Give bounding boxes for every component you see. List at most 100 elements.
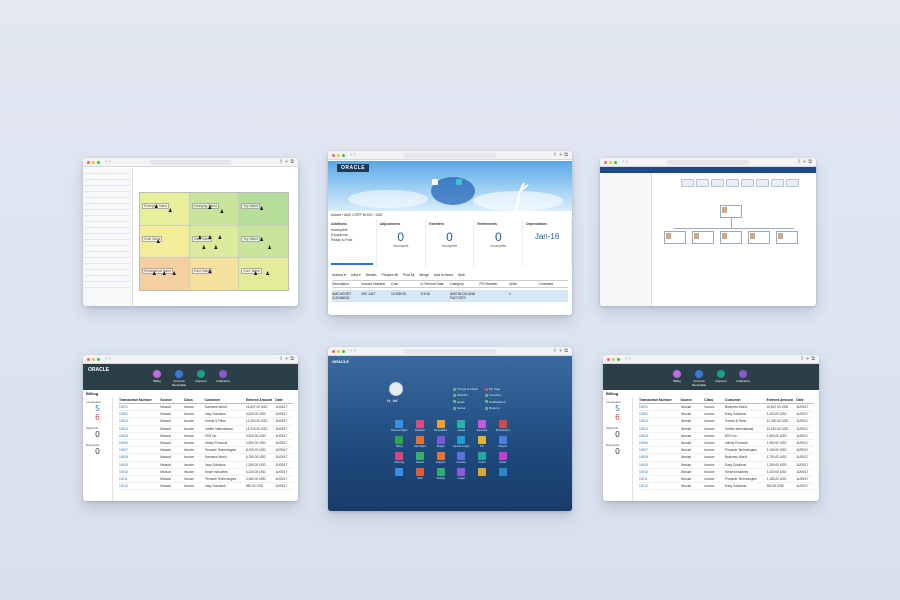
table-row[interactable]: 10006 Manual Invoice Infinity Products 2,900… [639, 440, 814, 448]
table-row[interactable]: 10006 Manual Invoice Infinity Products 2,900… [119, 440, 293, 448]
back-forward-icon[interactable]: ‹ › [105, 159, 111, 165]
detach-button[interactable]: Detach [366, 273, 377, 277]
incomplete-tile[interactable]: Incomplete 5 6 [605, 399, 630, 423]
table-cell[interactable]: 10003 [119, 418, 161, 426]
table-cell[interactable]: 10011 [639, 476, 681, 484]
app-tile[interactable]: Social [492, 452, 513, 464]
column-header[interactable]: Entered Amount [766, 397, 797, 404]
minimize-dot[interactable] [337, 153, 340, 157]
table-cell[interactable]: 10010 [639, 469, 681, 476]
collections-icon[interactable] [219, 370, 227, 378]
table-row[interactable]: 10011 Manual Invoice Pinnacle Technologies 3… [639, 476, 814, 484]
table-cell[interactable]: 10008 [119, 454, 161, 462]
box-cell[interactable]: Emerging Talent ♟ ♟ [140, 193, 189, 225]
add-to-asset-button[interactable]: Add to Asset [434, 273, 453, 277]
app-tile[interactable] [389, 468, 410, 480]
table-cell[interactable]: 10006 [119, 440, 161, 448]
table-row[interactable]: 10001 Manual Invoice Business World 16,607.0… [639, 404, 814, 412]
table-cell[interactable]: 10003 [639, 418, 681, 426]
back-forward-icon[interactable]: ‹ › [105, 356, 111, 362]
collections-icon[interactable] [739, 370, 747, 378]
share-newtab-icons[interactable]: ⇧ + ⧉ [553, 152, 568, 158]
minimize-dot[interactable] [92, 160, 95, 164]
discounts-tile[interactable]: Discounts 0 [85, 442, 110, 457]
table-cell[interactable]: 10005 [119, 433, 161, 440]
box-cell[interactable]: Performance Issue ♟ ♟ ♟ [140, 258, 189, 290]
column-header[interactable]: Transaction Number [119, 397, 161, 404]
maximize-dot[interactable] [97, 160, 100, 164]
box-cell[interactable]: Top Talent ♟ ♟ [239, 225, 288, 258]
app-tile[interactable]: Tax [472, 436, 493, 448]
back-forward-icon[interactable]: ‹ › [622, 159, 628, 165]
app-tile[interactable]: Planning [389, 452, 410, 464]
receivables-icon[interactable] [175, 370, 183, 378]
maximize-dot[interactable] [342, 349, 345, 353]
address-bar[interactable] [403, 153, 497, 158]
payment-icon[interactable] [717, 370, 725, 378]
table-cell[interactable]: 10008 [639, 454, 681, 462]
quick-link[interactable]: Worklist [453, 393, 478, 397]
minimize-dot[interactable] [612, 357, 615, 361]
table-cell[interactable]: 10004 [119, 426, 161, 433]
table-row[interactable]: 10011 Manual Invoice Pinnacle Technologies 3… [119, 476, 293, 484]
minimize-dot[interactable] [92, 357, 95, 361]
org-node-manager[interactable] [720, 205, 742, 218]
app-tile[interactable]: Payables [410, 420, 431, 432]
table-row[interactable]: 10010 Manual Invoice Smart Industries 4,420.… [119, 469, 293, 476]
table-cell[interactable]: 10010 [119, 469, 161, 476]
quick-link[interactable]: My Tags [485, 387, 505, 391]
breadcrumb[interactable]: Assets › AMZ CORP BOOK › USD [331, 213, 383, 218]
table-cell[interactable]: 10012 [119, 483, 161, 491]
close-dot[interactable] [332, 153, 335, 157]
quick-link[interactable]: Things to Finish [453, 387, 478, 391]
additions-item[interactable]: Ready to Post [331, 238, 373, 243]
post-all-button[interactable]: Post All [403, 273, 414, 277]
card-additions[interactable]: Additions Incomplete Exceptions Ready to… [328, 219, 377, 267]
table-cell[interactable]: 10007 [119, 447, 161, 455]
org-node[interactable] [748, 231, 770, 244]
back-forward-icon[interactable]: ‹ › [625, 356, 631, 362]
address-bar[interactable] [403, 349, 497, 354]
maximize-dot[interactable] [342, 153, 345, 157]
table-row[interactable]: 10012 Manual Invoice Easy Solutions 560.00 U… [119, 483, 293, 491]
address-bar[interactable] [666, 160, 750, 165]
table-cell[interactable]: 10004 [639, 426, 681, 433]
quick-link[interactable]: Social [453, 406, 478, 410]
column-header[interactable]: Source [160, 397, 184, 404]
maximize-dot[interactable] [97, 357, 100, 361]
table-row[interactable]: 10002 Manual Invoice Easy Solutions 3,400.00… [119, 411, 293, 419]
column-header[interactable]: Class [183, 397, 205, 404]
table-row[interactable]: 10005 Manual Invoice ERS Inc. 9,500.00 USD 11… [639, 433, 814, 440]
column-header[interactable]: Date [796, 397, 814, 404]
incomplete-tile[interactable]: Incomplete 5 6 [85, 399, 110, 423]
app-tile[interactable]: Cash Mgmt [410, 436, 431, 448]
app-tile[interactable]: Orders [472, 452, 493, 464]
app-tile[interactable]: Analytics [430, 452, 451, 464]
column-header[interactable]: Customer [725, 397, 767, 404]
table-row[interactable]: 10009 Manual Invoice Easy Solutions 1,250.00… [119, 462, 293, 469]
app-tile[interactable] [472, 468, 493, 480]
close-dot[interactable] [332, 349, 335, 353]
box-cell[interactable]: Solid Talent ♟ [189, 258, 239, 290]
quick-link[interactable]: Notifications [485, 400, 505, 404]
table-cell[interactable]: 10001 [119, 404, 161, 412]
payment-icon[interactable] [197, 370, 205, 378]
app-tile[interactable]: Revenue Mgmt [389, 420, 410, 432]
org-node[interactable] [720, 231, 742, 244]
share-newtab-icons[interactable]: ⇧ + ⧉ [279, 356, 294, 362]
table-cell[interactable]: 10002 [639, 411, 681, 419]
app-tile[interactable]: Reports [410, 452, 431, 464]
app-tile[interactable]: Receivables [430, 420, 451, 432]
minimize-dot[interactable] [609, 160, 612, 164]
quick-link[interactable]: News [453, 400, 478, 404]
column-header[interactable]: Date [275, 397, 293, 404]
box-cell[interactable]: Core Talent ♟ ♟ [239, 258, 288, 290]
table-row[interactable]: 10009 Manual Invoice Easy Solutions 1,250.00… [639, 462, 814, 469]
app-tile[interactable]: Ledger [451, 468, 472, 480]
maximize-dot[interactable] [614, 160, 617, 164]
table-row[interactable]: 10004 Manual Invoice Dorffer International 1… [639, 426, 814, 433]
app-tile[interactable]: General Ledger [451, 436, 472, 448]
org-node[interactable] [692, 231, 714, 244]
actions-menu[interactable]: Actions ▾ [332, 273, 346, 277]
share-newtab-icons[interactable]: ⇧ + ⧉ [797, 159, 812, 165]
